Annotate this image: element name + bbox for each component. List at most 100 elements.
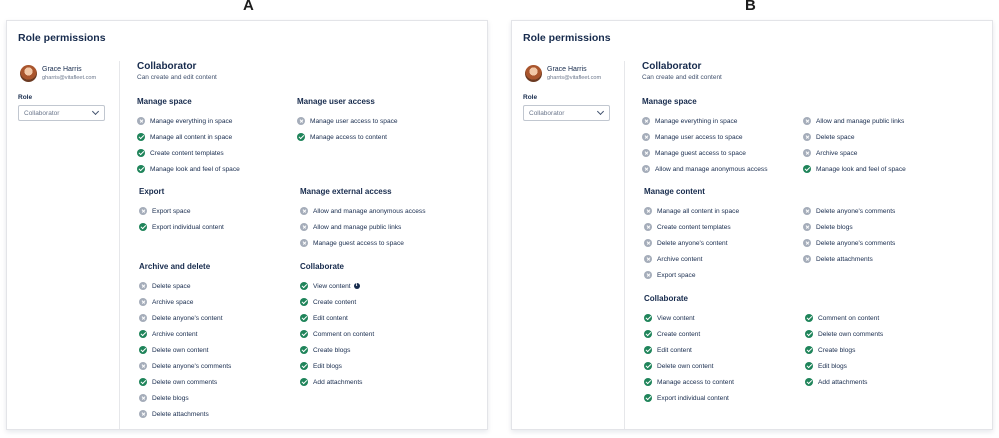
- cross-circle-icon: [297, 117, 305, 125]
- check-circle-icon: [300, 298, 308, 306]
- permission-item: Delete anyone's comments: [139, 358, 231, 374]
- check-circle-icon: [300, 282, 308, 290]
- user-card: Grace Harris gharris@vitafleet.com: [525, 65, 601, 82]
- check-circle-icon: [644, 394, 652, 402]
- check-circle-icon: [139, 378, 147, 386]
- permission-item: Allow and manage anonymous access: [300, 203, 426, 219]
- role-select[interactable]: Collaborator: [18, 105, 105, 121]
- permission-item: Archive content: [139, 326, 231, 342]
- permission-item: Create blogs: [805, 342, 883, 358]
- cross-circle-icon: [139, 394, 147, 402]
- check-circle-icon: [139, 346, 147, 354]
- section-title: Manage space: [642, 97, 697, 106]
- cross-circle-icon: [300, 207, 308, 215]
- cross-circle-icon: [644, 207, 652, 215]
- section-collaborate: Collaborate View content i Create content E…: [300, 262, 374, 390]
- section-manage-space: Manage space Manage everything in space M…: [137, 97, 240, 177]
- permission-label: Delete attachments: [152, 410, 209, 418]
- check-circle-icon: [300, 378, 308, 386]
- user-name: Grace Harris: [547, 66, 587, 73]
- permission-label: Manage everything in space: [150, 117, 233, 125]
- permission-item: Delete own comments: [805, 326, 883, 342]
- permission-label: Export individual content: [657, 394, 729, 402]
- permission-label: Manage all content in space: [150, 133, 233, 141]
- check-circle-icon: [137, 149, 145, 157]
- section-manage-content-col2: Delete anyone's comments Delete blogs Dele…: [803, 203, 895, 267]
- permission-item: Delete blogs: [139, 390, 231, 406]
- role-name: Collaborator: [642, 61, 702, 72]
- permission-item: Archive space: [139, 294, 231, 310]
- section-title: Export: [139, 187, 165, 196]
- permission-label: Manage look and feel of space: [816, 165, 906, 173]
- permission-item: Export individual content: [139, 219, 224, 235]
- permission-label: Export space: [152, 207, 191, 215]
- permission-item: Edit blogs: [300, 358, 374, 374]
- info-icon[interactable]: i: [353, 283, 360, 289]
- permission-item: Create content: [644, 326, 734, 342]
- role-select-value: Collaborator: [24, 109, 60, 117]
- permission-label: Comment on content: [818, 314, 880, 322]
- cross-circle-icon: [803, 149, 811, 157]
- cross-circle-icon: [644, 255, 652, 263]
- section-export: Export Export space Export individual con…: [139, 187, 224, 235]
- permission-item: Export space: [644, 267, 739, 283]
- user-email: gharris@vitafleet.com: [42, 75, 97, 81]
- permission-label: Manage guest access to space: [655, 149, 746, 157]
- permission-label: Edit content: [313, 314, 348, 322]
- permission-item: Add attachments: [300, 374, 374, 390]
- permission-label: Delete own comments: [818, 330, 884, 338]
- role-permissions-panel-b: Role permissions Grace Harris gharris@vi…: [511, 20, 993, 430]
- cross-circle-icon: [803, 117, 811, 125]
- permission-label: Export space: [657, 271, 696, 279]
- permission-item: Manage all content in space: [644, 203, 739, 219]
- permission-label: Manage everything in space: [655, 117, 738, 125]
- section-title: Manage external access: [300, 187, 392, 196]
- cross-circle-icon: [300, 239, 308, 247]
- permission-item: Manage look and feel of space: [803, 161, 906, 177]
- cross-circle-icon: [642, 133, 650, 141]
- check-circle-icon: [805, 346, 813, 354]
- permission-label: Allow and manage anonymous access: [655, 165, 768, 173]
- permission-item: Delete attachments: [139, 406, 231, 422]
- check-circle-icon: [297, 133, 305, 141]
- permission-label: Create content templates: [657, 223, 731, 231]
- permission-item: Edit content: [644, 342, 734, 358]
- permission-item: Delete anyone's content: [139, 310, 231, 326]
- check-circle-icon: [805, 362, 813, 370]
- permission-item: Create content templates: [137, 145, 240, 161]
- cross-circle-icon: [139, 207, 147, 215]
- permission-label: Delete space: [152, 282, 191, 290]
- permission-label: Manage user access to space: [310, 117, 398, 125]
- permission-label: Edit blogs: [313, 362, 342, 370]
- check-circle-icon: [805, 378, 813, 386]
- section-manage-user-access: Manage user access Manage user access to…: [297, 97, 398, 145]
- check-circle-icon: [644, 362, 652, 370]
- permission-label: Delete own comments: [152, 378, 218, 386]
- role-name: Collaborator: [137, 61, 197, 72]
- permission-label: Create blogs: [313, 346, 351, 354]
- user-email: gharris@vitafleet.com: [547, 75, 602, 81]
- panel-divider: [119, 61, 120, 429]
- permission-label: Archive content: [657, 255, 703, 263]
- permission-label: Manage access to content: [657, 378, 734, 386]
- role-select[interactable]: Collaborator: [523, 105, 610, 121]
- role-label: Role: [18, 94, 33, 101]
- permission-item: Manage look and feel of space: [137, 161, 240, 177]
- check-circle-icon: [644, 314, 652, 322]
- permission-label: Delete anyone's comments: [816, 239, 896, 247]
- permission-item: Delete attachments: [803, 251, 895, 267]
- role-select-value: Collaborator: [529, 109, 565, 117]
- cross-circle-icon: [300, 223, 308, 231]
- panel-title: Role permissions: [523, 32, 611, 44]
- permission-item: Delete anyone's content: [644, 235, 739, 251]
- permission-label: Edit content: [657, 346, 692, 354]
- permission-item: Delete space: [139, 278, 231, 294]
- permission-item: Delete own comments: [139, 374, 231, 390]
- check-circle-icon: [300, 330, 308, 338]
- permission-item: Create content templates: [644, 219, 739, 235]
- section-collaborate: Collaborate View content Create content Ed…: [644, 294, 734, 406]
- section-title: Manage user access: [297, 97, 375, 106]
- avatar: [525, 65, 542, 82]
- permission-item: Allow and manage public links: [803, 113, 906, 129]
- permission-label: Edit blogs: [818, 362, 847, 370]
